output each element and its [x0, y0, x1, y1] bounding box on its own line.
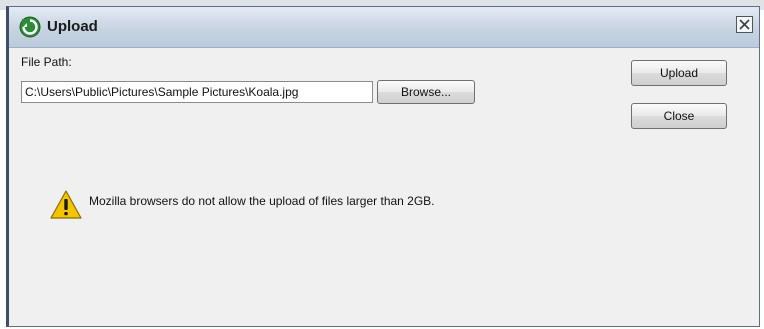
upload-logo-icon — [19, 16, 41, 38]
file-path-label: File Path: — [21, 55, 72, 69]
upload-button[interactable]: Upload — [631, 60, 727, 86]
upload-dialog: Upload File Path: Browse... Upload Close… — [6, 6, 760, 327]
dialog-titlebar[interactable]: Upload — [9, 7, 759, 48]
dialog-title: Upload — [47, 18, 98, 35]
close-icon[interactable] — [736, 16, 753, 33]
warning-message: Mozilla browsers do not allow the upload… — [89, 194, 435, 208]
close-button[interactable]: Close — [631, 103, 727, 129]
warning-icon — [49, 189, 83, 221]
file-path-input[interactable] — [21, 81, 373, 103]
browse-button[interactable]: Browse... — [377, 80, 475, 104]
